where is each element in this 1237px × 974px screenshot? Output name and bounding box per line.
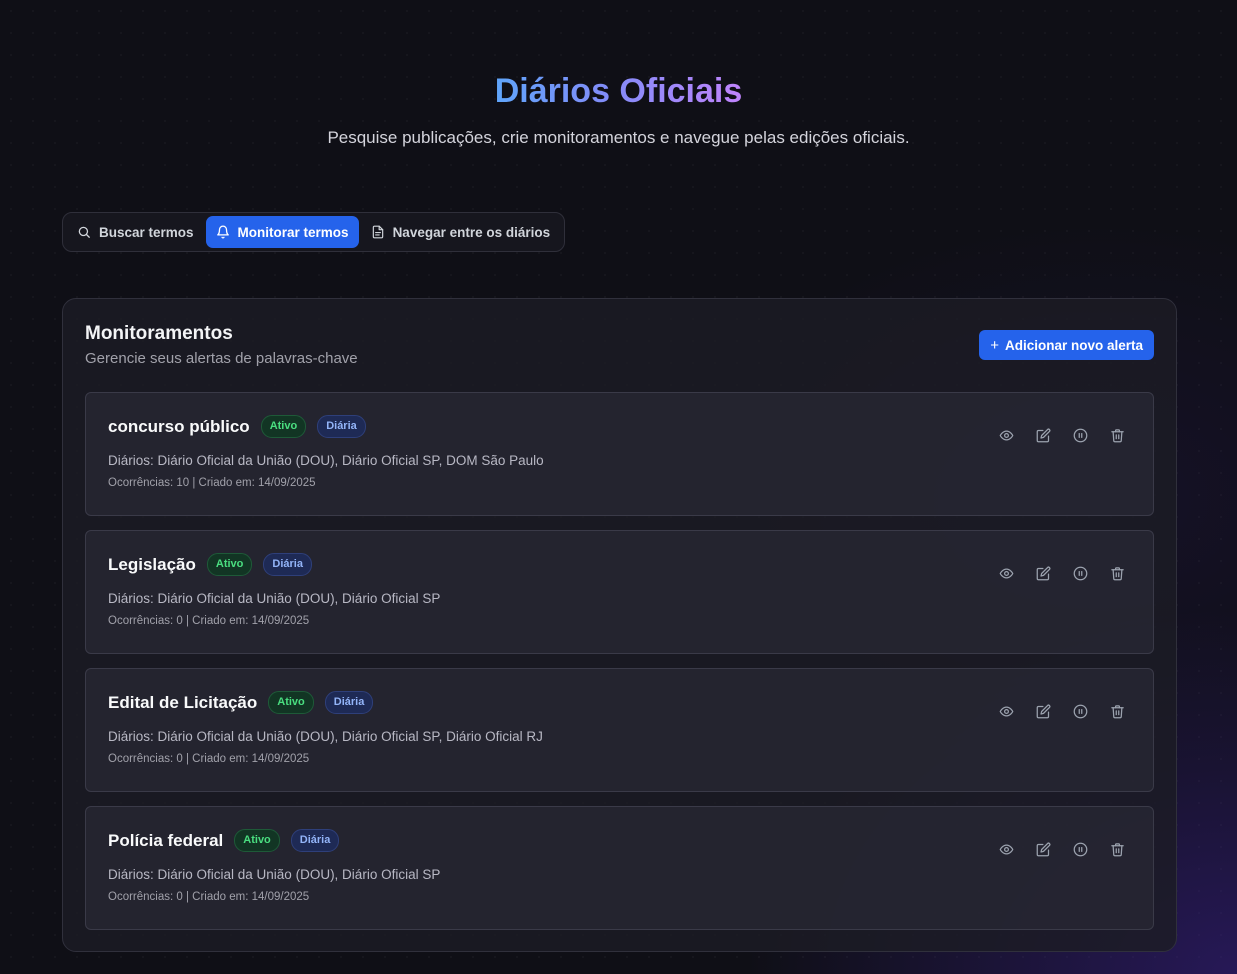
frequency-badge: Diária: [290, 829, 340, 852]
edit-icon: [1036, 566, 1051, 581]
add-alert-button[interactable]: + Adicionar novo alerta: [979, 330, 1154, 360]
eye-icon: [999, 704, 1014, 719]
tab-label: Navegar entre os diários: [392, 224, 551, 240]
frequency-badge: Diária: [263, 553, 312, 576]
delete-button[interactable]: [1103, 421, 1131, 449]
pause-icon: [1073, 704, 1088, 719]
monitor-name: Polícia federal: [108, 830, 224, 850]
monitor-meta: Ocorrências: 10 | Criado em: 14/09/2025: [108, 477, 316, 489]
delete-button[interactable]: [1103, 559, 1131, 587]
monitor-diaries: Diários: Diário Oficial da União (DOU), …: [108, 867, 441, 882]
monitor-name: Edital de Licitação: [108, 692, 258, 712]
edit-button[interactable]: [1029, 697, 1057, 725]
pause-button[interactable]: [1066, 421, 1094, 449]
pause-button[interactable]: [1066, 835, 1094, 863]
monitor-card-header: concurso público Ativo Diária: [108, 415, 366, 438]
edit-icon: [1036, 428, 1051, 443]
trash-icon: [1110, 704, 1125, 719]
tab-search-terms[interactable]: Buscar termos: [67, 216, 204, 248]
monitor-actions: [992, 559, 1131, 587]
add-alert-label: Adicionar novo alerta: [1004, 337, 1143, 353]
status-badge: Ativo: [234, 829, 280, 852]
pause-icon: [1073, 566, 1088, 581]
tab-bar: Buscar termos Monitorar termos Navegar e…: [62, 212, 566, 252]
tab-monitor-terms[interactable]: Monitorar termos: [205, 216, 359, 248]
monitors-panel: Monitoramentos Gerencie seus alertas de …: [62, 298, 1177, 952]
eye-icon: [999, 566, 1014, 581]
frequency-badge: Diária: [317, 415, 366, 438]
plus-icon: +: [990, 336, 999, 354]
tab-label: Buscar termos: [99, 224, 194, 240]
view-button[interactable]: [992, 697, 1020, 725]
panel-subtitle: Gerencie seus alertas de palavras-chave: [85, 350, 358, 367]
delete-button[interactable]: [1103, 697, 1131, 725]
monitor-meta: Ocorrências: 0 | Criado em: 14/09/2025: [108, 891, 310, 903]
edit-button[interactable]: [1029, 421, 1057, 449]
edit-icon: [1036, 842, 1051, 857]
monitor-name: concurso público: [108, 416, 250, 436]
pause-icon: [1073, 842, 1088, 857]
page-subtitle: Pesquise publicações, crie monitoramento…: [327, 128, 910, 147]
trash-icon: [1110, 842, 1125, 857]
delete-button[interactable]: [1103, 835, 1131, 863]
monitor-actions: [992, 421, 1131, 449]
view-button[interactable]: [992, 835, 1020, 863]
search-icon: [77, 225, 91, 239]
tab-label: Monitorar termos: [237, 224, 349, 240]
status-badge: Ativo: [260, 415, 307, 438]
monitor-actions: [992, 697, 1131, 725]
monitor-actions: [992, 835, 1131, 863]
monitor-card-header: Legislação Ativo Diária: [108, 553, 312, 576]
pause-button[interactable]: [1066, 559, 1094, 587]
monitor-card: Polícia federal Ativo Diária Diários: Di…: [85, 806, 1154, 930]
frequency-badge: Diária: [324, 691, 374, 714]
tab-browse-diaries[interactable]: Navegar entre os diários: [361, 216, 561, 248]
pause-button[interactable]: [1066, 697, 1094, 725]
monitor-card: Legislação Ativo Diária Diários: Diário …: [85, 530, 1154, 654]
panel-title: Monitoramentos: [85, 323, 233, 344]
monitor-name: Legislação: [108, 554, 196, 574]
monitor-diaries: Diários: Diário Oficial da União (DOU), …: [108, 453, 544, 468]
monitor-meta: Ocorrências: 0 | Criado em: 14/09/2025: [108, 753, 310, 765]
monitor-diaries: Diários: Diário Oficial da União (DOU), …: [108, 591, 441, 606]
view-button[interactable]: [992, 421, 1020, 449]
monitor-card: Edital de Licitação Ativo Diária Diários…: [85, 668, 1154, 792]
trash-icon: [1110, 566, 1125, 581]
view-button[interactable]: [992, 559, 1020, 587]
edit-button[interactable]: [1029, 559, 1057, 587]
monitor-diaries: Diários: Diário Oficial da União (DOU), …: [108, 729, 543, 744]
eye-icon: [999, 428, 1014, 443]
status-badge: Ativo: [268, 691, 314, 714]
page-title: Diários Oficiais: [494, 72, 743, 110]
edit-icon: [1036, 704, 1051, 719]
monitor-card-header: Polícia federal Ativo Diária: [108, 829, 340, 852]
monitor-card-header: Edital de Licitação Ativo Diária: [108, 691, 374, 714]
status-badge: Ativo: [206, 553, 253, 576]
edit-button[interactable]: [1029, 835, 1057, 863]
pause-icon: [1073, 428, 1088, 443]
file-text-icon: [371, 225, 385, 239]
monitor-card: concurso público Ativo Diária Diários: D…: [85, 392, 1154, 516]
eye-icon: [999, 842, 1014, 857]
page-header: Diários Oficiais Pesquise publicações, c…: [0, 70, 1237, 148]
monitor-meta: Ocorrências: 0 | Criado em: 14/09/2025: [108, 615, 310, 627]
trash-icon: [1110, 428, 1125, 443]
bell-icon: [216, 225, 230, 239]
